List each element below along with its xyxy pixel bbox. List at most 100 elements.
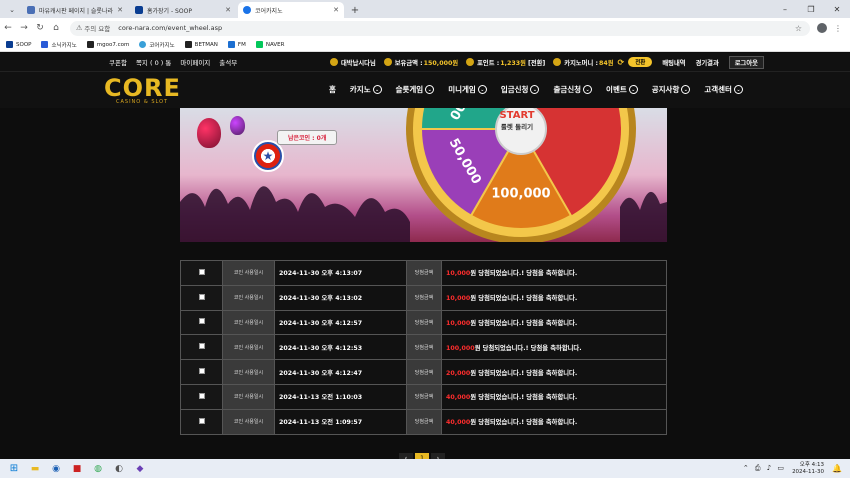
win-message: 10,000원 당첨되었습니다.! 당첨을 축하합니다. [441,260,667,286]
forward-icon[interactable]: → [16,20,32,36]
notification-icon[interactable]: 🔔 [832,464,842,473]
bookmark-soop[interactable]: SOOP [6,41,31,48]
restore-icon[interactable]: ❐ [798,0,824,18]
used-label: 코인 사용일시 [222,359,275,385]
row-checkbox[interactable] [198,318,205,325]
bookmark-naver[interactable]: NAVER [255,41,284,48]
browser-tab-0[interactable]: 마유캐시판 페이지 | 슬롯나라 ✕ [22,2,128,18]
balance-label: 보유금액 : [394,59,423,67]
bookmark-sonic[interactable]: 소닉카지노 [41,41,77,49]
bookmark-star-icon[interactable]: ☆ [795,24,802,33]
tab-close-icon[interactable]: ✕ [117,6,123,14]
app-icon[interactable]: ■ [70,462,84,476]
tab-list-icon[interactable]: ⌄ [4,2,20,18]
balloon-image [197,118,221,148]
chevron-down-icon: ⌄ [372,85,382,94]
minimize-icon[interactable]: – [772,0,798,18]
url-text: core-nara.com/event_wheel.asp [118,24,223,32]
bookmark-core[interactable]: 코어카지노 [139,41,175,49]
bookmark-mgoo7[interactable]: mgoo7.com [86,41,129,48]
new-tab-icon[interactable]: + [348,2,362,18]
menu-label: 이벤트 [606,85,627,94]
attendance-link[interactable]: 출석부 [219,57,237,67]
refresh-icon[interactable]: ⟳ [618,58,625,67]
row-checkbox[interactable] [198,392,205,399]
tab-title: 코어카지노 [255,7,283,15]
menu-casino[interactable]: 카지노 ⌄ [350,84,382,95]
tab-close-icon[interactable]: ✕ [333,6,339,14]
bookmark-favicon-icon [184,41,192,48]
menu-withdraw[interactable]: 출금신청 ⌄ [553,84,593,95]
menu-minigame[interactable]: 미니게임 ⌄ [448,84,487,95]
point-coin-icon [466,58,475,66]
more-menu-icon[interactable]: ⋮ [830,20,846,36]
menu-deposit[interactable]: 입금신청 ⌄ [501,84,540,95]
start-label[interactable]: START [492,110,542,121]
win-message-text: 원 당첨되었습니다.! 당첨을 축하합니다. [470,319,578,327]
browser-tab-bar: ⌄ 마유캐시판 페이지 | 슬롯나라 ✕ 홈가장기 - SOOP ✕ 코어카지노… [0,0,850,18]
row-checkbox[interactable] [198,368,205,375]
win-amount: 20,000 [446,369,471,377]
used-date: 2024-11-30 오후 4:12:57 [274,309,407,336]
close-window-icon[interactable]: ✕ [824,0,850,18]
win-amount: 10,000 [446,295,471,303]
row-checkbox[interactable] [198,343,205,350]
start-menu-icon[interactable]: ⊞ [7,462,21,476]
bookmark-fm[interactable]: FM [227,41,246,48]
win-amount: 40,000 [446,394,471,402]
bookmark-label: FM [237,41,246,48]
file-explorer-icon[interactable]: ▬ [28,462,42,476]
spin-roulette-button[interactable]: 룰렛 돌리기 [492,121,542,131]
mypage-link[interactable]: 마이페이지 [180,57,210,67]
row-checkbox-cell [180,359,223,385]
swap-button[interactable]: 전환 [628,57,653,67]
tab-title: 마유캐시판 페이지 | 슬롯나라 [39,7,113,15]
game-results-link[interactable]: 경기결과 [696,58,719,67]
menu-notice[interactable]: 공지사항 ⌄ [652,84,691,95]
win-message: 10,000원 당첨되었습니다.! 당첨을 축하합니다. [441,284,667,311]
menu-slot[interactable]: 슬롯게임 ⌄ [396,84,435,95]
tray-icons[interactable]: ⌃ ⎙ ♪ ▭ [743,464,786,473]
chevron-down-icon: ⌄ [583,85,593,94]
clock[interactable]: 오후 4:13 2024-11-30 [792,462,824,476]
app-icon[interactable]: ◉ [49,462,63,476]
bookmark-label: 소닉카지노 [51,42,77,49]
row-checkbox[interactable] [198,417,205,424]
back-icon[interactable]: ← [0,20,16,36]
row-checkbox-cell [180,309,223,336]
bookmarks-bar: SOOP 소닉카지노 mgoo7.com 코어카지노 BETMAN FM NAV… [0,38,850,52]
chrome-icon[interactable]: ◍ [91,462,105,476]
tab-close-icon[interactable]: ✕ [225,6,231,14]
menu-event[interactable]: 이벤트 ⌄ [606,84,638,95]
menu-support[interactable]: 고객센터 ⌄ [704,84,743,95]
row-checkbox[interactable] [198,293,205,300]
coins-left-box: 남은코인 : 0개 [277,130,338,145]
win-message-text: 원 당첨되었습니다.! 당첨을 축하합니다. [470,394,578,402]
visual-studio-icon[interactable]: ◆ [133,462,147,476]
profile-avatar-icon[interactable] [817,23,827,33]
reload-icon[interactable]: ↻ [32,20,48,36]
home-icon[interactable]: ⌂ [48,20,64,36]
bookmark-betman[interactable]: BETMAN [184,41,218,48]
row-checkbox[interactable] [198,268,205,275]
used-date: 2024-11-13 오전 1:09:57 [274,408,407,435]
browser-tab-1[interactable]: 홈가장기 - SOOP ✕ [130,2,236,18]
point-convert-link[interactable]: [전환] [528,58,545,67]
site-logo[interactable]: CORE CASINO & SLOT [104,74,180,106]
menu-home[interactable]: 홈 [329,84,336,95]
coupon-link[interactable]: 쿠폰함 [109,57,127,67]
win-message-text: 원 당첨되었습니다.! 당첨을 축하합니다. [470,369,578,377]
bookmark-label: BETMAN [194,41,218,48]
top-links: 쿠폰함 쪽지 ( 0 ) 통 마이페이지 출석부 [109,57,246,67]
bookmark-favicon-icon [255,41,263,48]
message-link[interactable]: 쪽지 ( 0 ) 통 [136,57,171,67]
clock-date: 2024-11-30 [792,468,825,475]
logout-button[interactable]: 로그아웃 [728,55,764,69]
app-icon[interactable]: ◐ [112,462,126,476]
browser-tab-2[interactable]: 코어카지노 ✕ [238,2,344,18]
bookmark-favicon-icon [41,41,49,48]
row-checkbox-cell [180,383,223,410]
betting-history-link[interactable]: 배팅내역 [662,58,685,67]
url-input[interactable]: ⚠ 주의 요함 core-nara.com/event_wheel.asp ☆ [70,20,810,36]
event-banner: ★ 남은코인 : 0개 100,00050,00040,00030,000 ST… [180,108,667,242]
